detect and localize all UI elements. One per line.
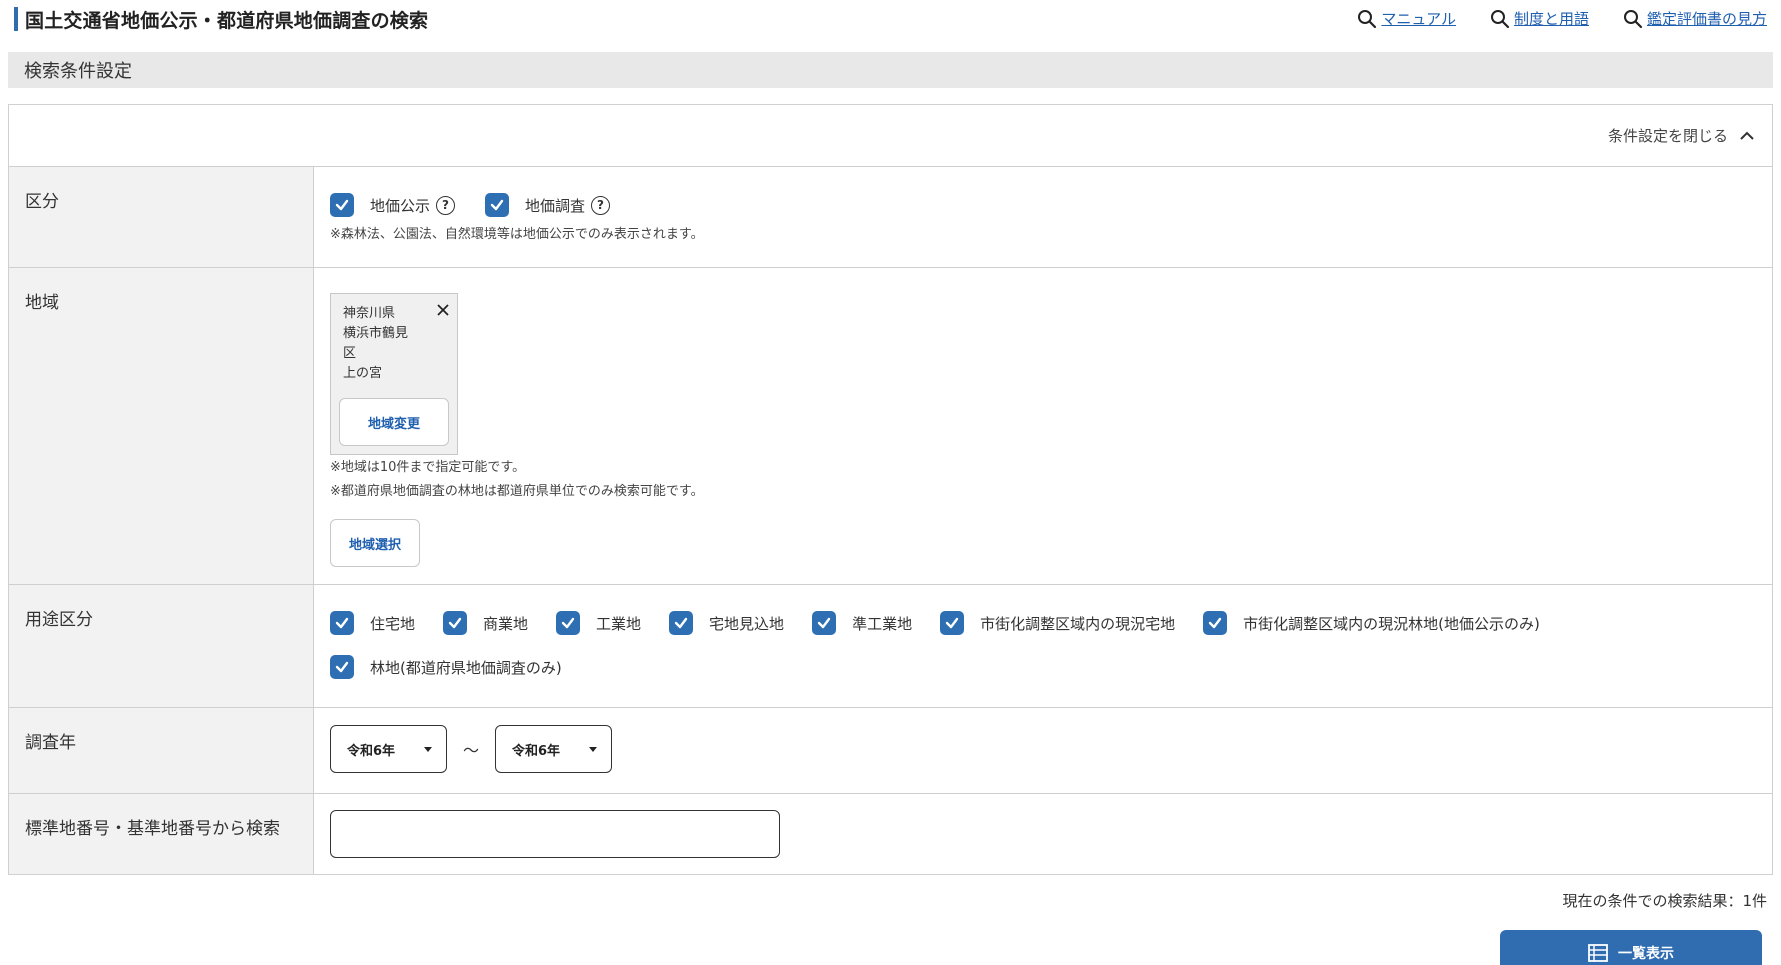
usage-checkbox-group: 住宅地 商業地 工業地 宅地見込地 準工業地 市街化調整区域内の現況宅地 市街化… [330,611,1630,679]
search-icon [1490,9,1510,28]
checkbox-chika-chosa[interactable]: 地価調査 [485,193,585,217]
row-label-year: 調査年 [9,708,314,793]
row-content-kubun: 地価公示 ? 地価調査 ? ※森林法、公園法、自然環境等は地価公示でのみ表示され… [314,167,1772,267]
checkbox-label: 林地(都道府県地価調査のみ) [370,658,562,677]
area-note: ※都道府県地価調査の林地は都道府県単位でのみ検索可能です。 [330,484,704,499]
checkbox-checked-icon [812,611,837,635]
checkbox-usage[interactable]: 工業地 [556,611,641,635]
row-area: 地域 神奈川県 横浜市鶴見 区 上の宮 地域変更 ※地域は10件まで指定可能です… [9,268,1772,585]
checkbox-usage[interactable]: 住宅地 [330,611,415,635]
area-chip: 神奈川県 横浜市鶴見 区 上の宮 地域変更 [330,293,458,455]
checkbox-label: 準工業地 [852,614,913,633]
panel-top-bar: 条件設定を閉じる [9,105,1772,167]
checkbox-chika-koji[interactable]: 地価公示 [330,193,430,217]
checkbox-label: 地価調査 [525,196,586,215]
appraisal-guide-link-label: 鑑定評価書の見方 [1646,10,1767,28]
year-to-value: 令和6年 [512,743,561,759]
year-to-select[interactable]: 令和6年 [495,725,613,773]
row-usage: 用途区分 住宅地 商業地 工業地 宅地見込地 準工業地 市街化調整区域内の現況宅… [9,585,1772,708]
checkbox-usage[interactable]: 商業地 [443,611,528,635]
list-view-button-label: 一覧表示 [1618,945,1674,962]
title-accent-bar [14,7,18,31]
page-title: 国土交通省地価公示・都道府県地価調査の検索 [25,9,429,32]
section-header: 検索条件設定 [8,52,1773,88]
search-icon [1623,9,1643,28]
kubun-note: ※森林法、公園法、自然環境等は地価公示でのみ表示されます。 [330,227,704,242]
checkbox-checked-icon [485,193,510,217]
area-change-button[interactable]: 地域変更 [339,398,449,446]
checkbox-checked-icon [443,611,468,635]
year-from-select[interactable]: 令和6年 [330,725,447,773]
year-from-value: 令和6年 [347,743,396,759]
manual-link-label: マニュアル [1381,10,1456,28]
appraisal-guide-link[interactable]: 鑑定評価書の見方 [1623,8,1767,29]
checkbox-label: 市街化調整区域内の現況宅地 [980,614,1176,633]
row-content-area: 神奈川県 横浜市鶴見 区 上の宮 地域変更 ※地域は10件まで指定可能です。 ※… [314,268,1772,584]
search-icon [1358,9,1377,28]
checkbox-usage[interactable]: 宅地見込地 [669,611,784,635]
row-year: 調査年 令和6年 ～ 令和6年 [9,708,1772,794]
help-icon[interactable]: ? [591,195,611,215]
checkbox-usage[interactable]: 市街化調整区域内の現況宅地 [940,611,1175,635]
row-kubun: 区分 地価公示 ? 地価調査 ? ※森林法、公園法、自然環境等は地価公示でのみ表… [9,167,1772,268]
checkbox-label: 住宅地 [370,614,416,633]
checkbox-label: 宅地見込地 [709,614,785,633]
checkbox-checked-icon [1203,611,1228,635]
checkbox-checked-icon [330,655,354,679]
checkbox-checked-icon [330,611,354,635]
terms-link[interactable]: 制度と用語 [1490,8,1589,29]
checkbox-usage[interactable]: 市街化調整区域内の現況林地(地価公示のみ) [1203,611,1540,635]
area-note: ※地域は10件まで指定可能です。 [330,460,526,475]
area-chip-line: 区 [343,346,357,361]
year-range: 令和6年 ～ 令和6年 [330,725,1772,773]
area-chip-line: 神奈川県 [343,306,396,321]
kubun-checkbox-group: 地価公示 ? 地価調査 ? [330,193,1772,217]
list-icon [1588,943,1608,962]
title-bar: 国土交通省地価公示・都道府県地価調査の検索 [14,7,429,32]
chevron-up-icon [1740,131,1754,140]
area-chip-text: 神奈川県 横浜市鶴見 区 上の宮 [343,304,425,384]
year-range-separator: ～ [463,741,480,760]
list-view-button[interactable]: 一覧表示 [1500,930,1762,965]
caret-down-icon [424,747,432,752]
row-content-usage: 住宅地 商業地 工業地 宅地見込地 準工業地 市街化調整区域内の現況宅地 市街化… [314,585,1772,707]
help-icon[interactable]: ? [436,195,456,215]
checkbox-label: 市街化調整区域内の現況林地(地価公示のみ) [1243,614,1540,633]
area-notes: ※地域は10件まで指定可能です。 ※都道府県地価調査の林地は都道府県単位でのみ検… [330,456,704,504]
row-content-year: 令和6年 ～ 令和6年 [314,708,1772,793]
checkbox-checked-icon [330,193,354,217]
checkbox-checked-icon [669,611,694,635]
checkbox-label: 地価公示 [370,196,431,215]
checkbox-label: 工業地 [596,614,642,633]
row-label-kubun: 区分 [9,167,314,267]
close-icon[interactable] [435,302,451,318]
checkbox-checked-icon [940,611,965,635]
row-label-number-search: 標準地番号・基準地番号から検索 [9,794,314,874]
area-chip-line: 横浜市鶴見 [343,326,409,341]
caret-down-icon [589,747,598,752]
area-chip-line: 上の宮 [343,366,383,381]
number-search-input[interactable] [330,810,780,858]
row-label-area: 地域 [9,268,314,584]
row-content-number-search [314,794,1772,874]
checkbox-usage[interactable]: 林地(都道府県地価調査のみ) [330,655,562,679]
area-select-button[interactable]: 地域選択 [330,519,420,567]
checkbox-checked-icon [556,611,581,635]
help-links: マニュアル 制度と用語 鑑定評価書の見方 [1357,8,1767,29]
manual-link[interactable]: マニュアル [1357,8,1456,29]
checkbox-label: 商業地 [483,614,529,633]
search-condition-panel: 条件設定を閉じる 区分 地価公示 ? 地価調査 ? ※森林法、公園法、自然環境等… [8,104,1773,875]
checkbox-usage[interactable]: 準工業地 [812,611,912,635]
terms-link-label: 制度と用語 [1513,10,1589,28]
row-label-usage: 用途区分 [9,585,314,707]
collapse-conditions-button[interactable]: 条件設定を閉じる [1608,125,1756,146]
result-count: 現在の条件での検索結果：1件 [1562,892,1767,910]
collapse-label: 条件設定を閉じる [1607,127,1728,145]
row-number-search: 標準地番号・基準地番号から検索 [9,794,1772,874]
page: 国土交通省地価公示・都道府県地価調査の検索 マニュアル 制度と用語 鑑定評価書の… [0,0,1781,965]
